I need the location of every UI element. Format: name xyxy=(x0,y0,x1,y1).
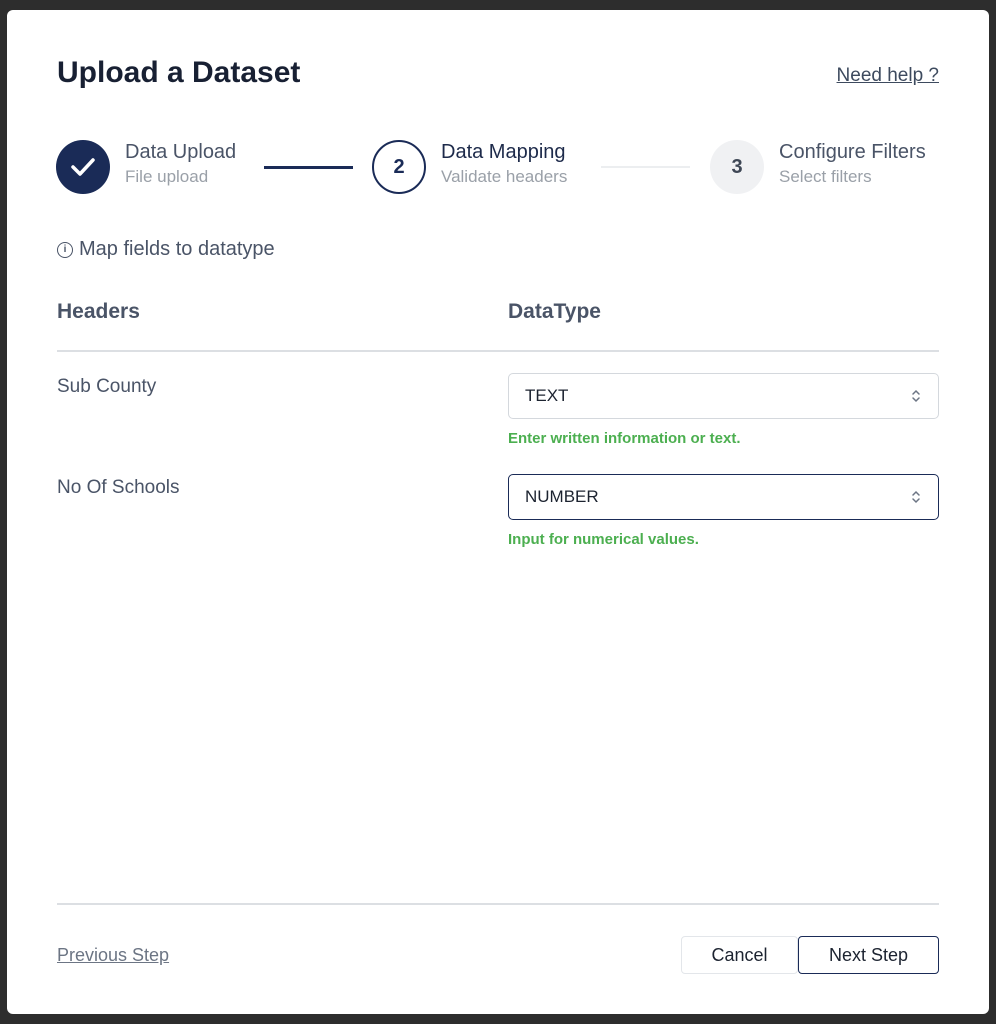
check-icon xyxy=(71,158,95,176)
upload-dataset-dialog: Upload a Dataset Need help ? Data Upload… xyxy=(7,10,989,1014)
field-label-no-of-schools: No Of Schools xyxy=(57,477,180,498)
headers-column-heading: Headers xyxy=(57,300,140,323)
step-2-subtitle: Validate headers xyxy=(441,167,568,186)
step-connector-2 xyxy=(601,166,690,168)
step-1-title: Data Upload xyxy=(125,141,237,163)
step-2-title: Data Mapping xyxy=(441,141,566,163)
cancel-button[interactable]: Cancel xyxy=(681,936,798,974)
map-fields-info: i Map fields to datatype xyxy=(57,238,275,261)
field-label-sub-county: Sub County xyxy=(57,376,157,397)
footer-divider xyxy=(57,903,939,905)
chevron-up-down-icon xyxy=(912,389,920,403)
step-1-text: Data Upload File upload xyxy=(125,140,236,188)
datatype-select-no-of-schools[interactable]: NUMBER xyxy=(508,474,939,520)
info-text: Map fields to datatype xyxy=(79,238,275,260)
step-3-title: Configure Filters xyxy=(779,141,926,163)
step-3-subtitle: Select filters xyxy=(779,167,872,186)
chevron-up-down-icon xyxy=(912,490,920,504)
step-connector-1 xyxy=(264,166,353,169)
step-2-text: Data Mapping Validate headers xyxy=(441,140,567,188)
step-1-completed-indicator xyxy=(56,140,110,194)
step-2-indicator: 2 xyxy=(372,140,426,194)
datatype-hint-text: Enter written information or text. xyxy=(508,430,741,447)
step-3-indicator: 3 xyxy=(710,140,764,194)
step-3-text: Configure Filters Select filters xyxy=(779,140,926,188)
datatype-column-heading: DataType xyxy=(508,300,601,323)
selected-datatype: NUMBER xyxy=(525,487,599,506)
datatype-hint-number: Input for numerical values. xyxy=(508,531,699,548)
table-divider xyxy=(57,350,939,352)
info-icon: i xyxy=(57,241,73,258)
dialog-title: Upload a Dataset xyxy=(57,56,301,89)
datatype-select-sub-county[interactable]: TEXT xyxy=(508,373,939,419)
need-help-link[interactable]: Need help ? xyxy=(837,65,939,87)
next-step-button[interactable]: Next Step xyxy=(798,936,939,974)
selected-datatype: TEXT xyxy=(525,386,569,405)
step-1-subtitle: File upload xyxy=(125,167,209,186)
previous-step-link[interactable]: Previous Step xyxy=(57,945,169,966)
